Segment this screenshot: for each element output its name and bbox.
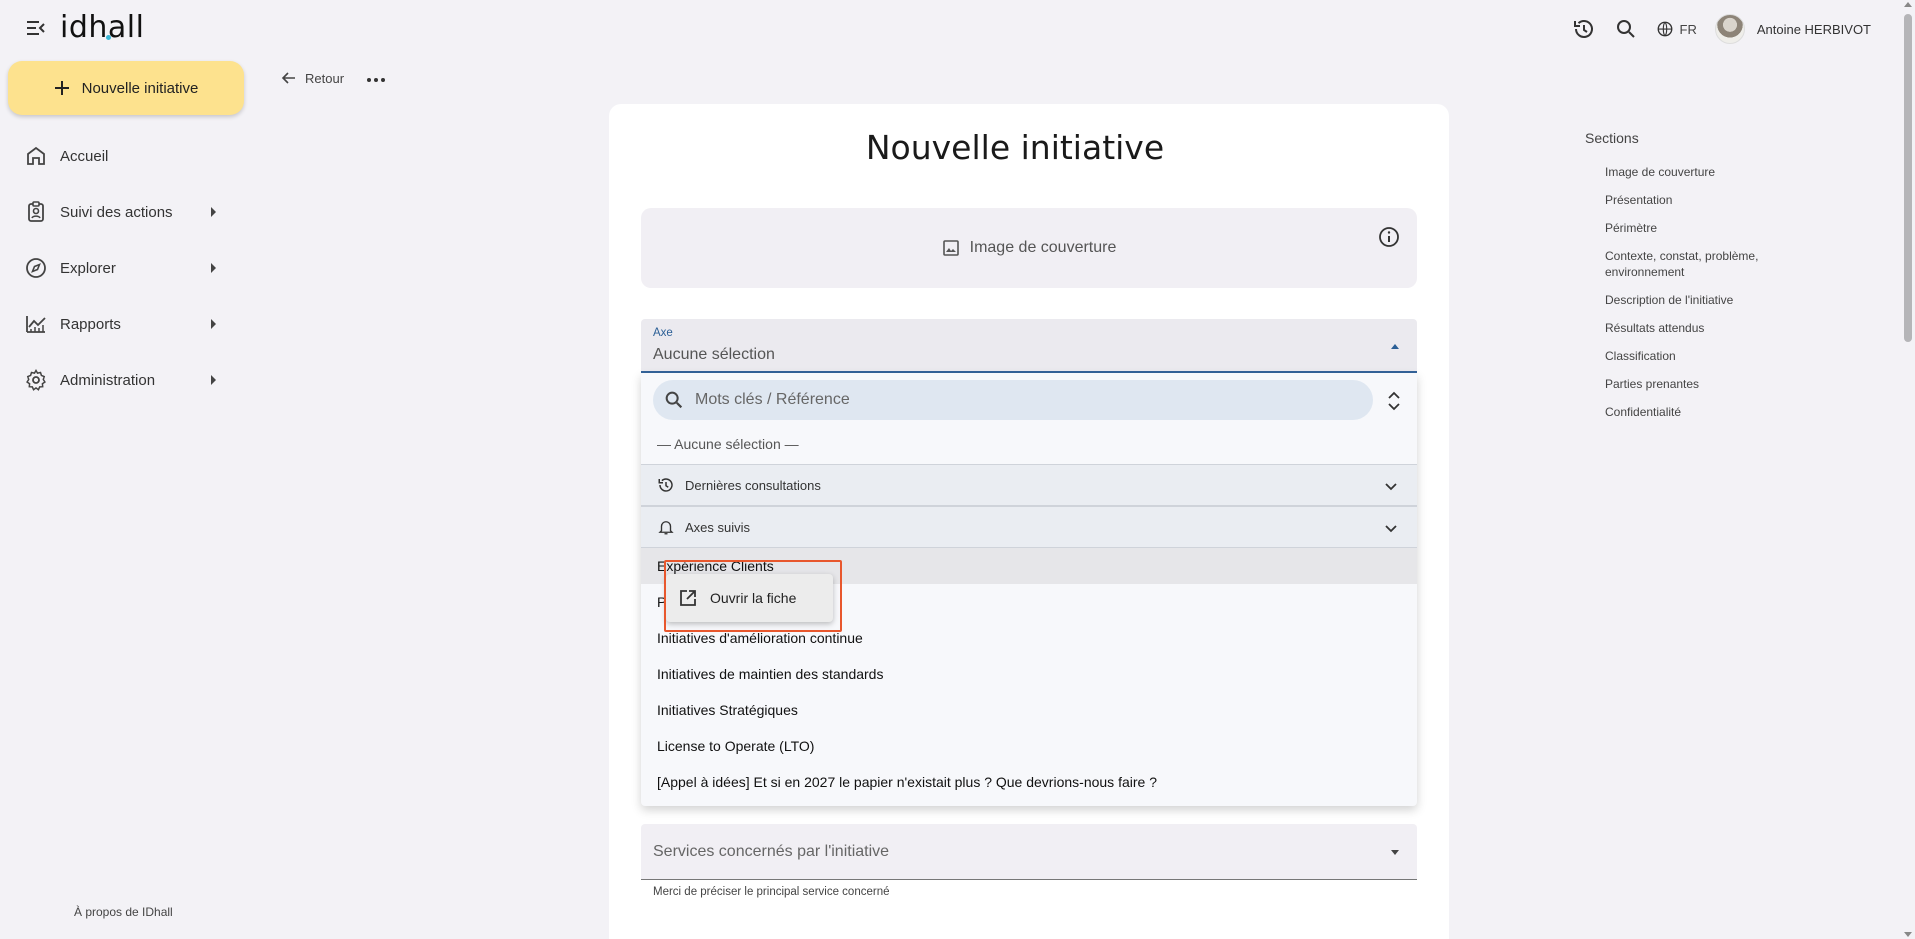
menu-collapse-icon[interactable] (24, 16, 48, 40)
sidebar-item-label: Administration (60, 371, 156, 389)
caret-up-icon (1391, 344, 1399, 349)
sidebar-item-label: Explorer (60, 259, 116, 277)
back-label: Retour (305, 70, 345, 86)
sections-toc: Image de couverture Présentation Périmèt… (1605, 164, 1775, 432)
toc-item[interactable]: Périmètre (1605, 220, 1775, 236)
scroll-down-icon[interactable] (1904, 932, 1912, 937)
caret-down-icon (1391, 850, 1399, 855)
language-selector[interactable]: FR (1656, 20, 1697, 38)
open-record-menu-item[interactable]: Ouvrir la fiche (666, 574, 833, 622)
more-options-icon[interactable] (364, 70, 388, 90)
group-label: Dernières consultations (685, 477, 821, 493)
clipboard-user-icon (24, 200, 48, 224)
toc-item[interactable]: Contexte, constat, problème, environneme… (1605, 248, 1775, 280)
logo-dot (106, 35, 111, 40)
services-select[interactable]: Services concernés par l'initiative (641, 824, 1417, 880)
plus-icon (54, 80, 70, 96)
search-icon[interactable] (1614, 17, 1638, 41)
sidebar-item-suivi-des-actions[interactable]: Suivi des actions (0, 184, 240, 240)
user-name: Antoine HERBIVOT (1756, 21, 1871, 37)
chevron-down-icon (1381, 518, 1401, 538)
cover-image-upload[interactable]: Image de couverture (641, 208, 1417, 288)
history-icon[interactable] (1572, 17, 1596, 41)
header-actions: FR Antoine HERBIVOT (1572, 14, 1871, 44)
group-label: Axes suivis (685, 519, 751, 535)
open-record-label: Ouvrir la fiche (710, 590, 797, 606)
search-icon (663, 389, 685, 411)
axe-value: Aucune sélection (653, 346, 775, 363)
no-selection-option[interactable]: — Aucune sélection — (657, 436, 799, 452)
scroll-thumb[interactable] (1904, 14, 1912, 342)
group-recent-consultations[interactable]: Dernières consultations (641, 464, 1417, 506)
toc-item[interactable]: Résultats attendus (1605, 320, 1775, 336)
avatar (1714, 14, 1745, 44)
services-placeholder: Services concernés par l'initiative (653, 842, 890, 860)
toc-item[interactable]: Parties prenantes (1605, 376, 1775, 392)
sidebar-item-administration[interactable]: Administration (0, 352, 240, 408)
language-code: FR (1679, 21, 1697, 37)
sidebar-item-explorer[interactable]: Explorer (0, 240, 240, 296)
info-icon[interactable] (1377, 225, 1401, 249)
user-menu[interactable]: Antoine HERBIVOT (1714, 14, 1871, 44)
axe-label: Axe (653, 327, 673, 339)
top-bar: idhall FR Antoine HERBIVOT (0, 0, 1915, 56)
list-item[interactable]: Initiatives Stratégiques (641, 692, 1417, 728)
back-button[interactable]: Retour (281, 70, 344, 86)
arrow-left-icon (281, 70, 297, 86)
toc-item[interactable]: Confidentialité (1605, 404, 1775, 420)
scroll-up-icon[interactable] (1904, 2, 1912, 7)
sidebar-item-label: Suivi des actions (60, 203, 173, 221)
group-followed-axes[interactable]: Axes suivis (641, 506, 1417, 548)
app-logo[interactable]: idhall (60, 10, 144, 45)
bell-icon (657, 518, 675, 536)
services-helper-text: Merci de préciser le principal service c… (653, 886, 890, 898)
caret-right-icon (211, 319, 216, 329)
toc-item[interactable]: Image de couverture (1605, 164, 1775, 180)
globe-icon (1656, 20, 1674, 38)
page-scrollbar[interactable] (1901, 0, 1915, 939)
caret-right-icon (211, 263, 216, 273)
sidebar-item-label: Rapports (60, 315, 121, 333)
about-link[interactable]: À propos de IDhall (74, 905, 173, 919)
sidebar-item-rapports[interactable]: Rapports (0, 296, 240, 352)
list-item[interactable]: [Appel à idées] Et si en 2027 le papier … (641, 764, 1417, 800)
app-logo-text: idhall (60, 10, 145, 45)
list-item[interactable]: Initiatives d'amélioration continue (641, 620, 1417, 656)
new-initiative-label: Nouvelle initiative (81, 79, 199, 97)
list-item[interactable]: License to Operate (LTO) (641, 728, 1417, 764)
chevron-down-icon (1381, 476, 1401, 496)
search-placeholder: Mots clés / Référence (695, 391, 850, 408)
sections-title: Sections (1585, 130, 1639, 146)
axe-select[interactable]: Axe Aucune sélection (641, 319, 1417, 373)
sidebar-nav: Accueil Suivi des actions Explorer Rappo… (0, 128, 240, 408)
list-item[interactable]: Initiatives de maintien des standards (641, 656, 1417, 692)
toc-item[interactable]: Présentation (1605, 192, 1775, 208)
cover-image-label: Image de couverture (969, 239, 1117, 256)
dropdown-search-input[interactable]: Mots clés / Référence (653, 380, 1373, 420)
caret-right-icon (211, 375, 216, 385)
history-icon (657, 476, 675, 494)
image-icon (942, 239, 960, 257)
page-title-text: Nouvelle initiative (865, 128, 1165, 167)
chart-icon (24, 312, 48, 336)
gear-icon (24, 368, 48, 392)
new-initiative-button[interactable]: Nouvelle initiative (8, 61, 244, 115)
caret-right-icon (211, 207, 216, 217)
toc-item[interactable]: Description de l'initiative (1605, 292, 1775, 308)
toc-item[interactable]: Classification (1605, 348, 1775, 364)
compass-icon (24, 256, 48, 280)
expand-collapse-icon[interactable] (1384, 389, 1404, 413)
open-external-icon (678, 588, 698, 608)
